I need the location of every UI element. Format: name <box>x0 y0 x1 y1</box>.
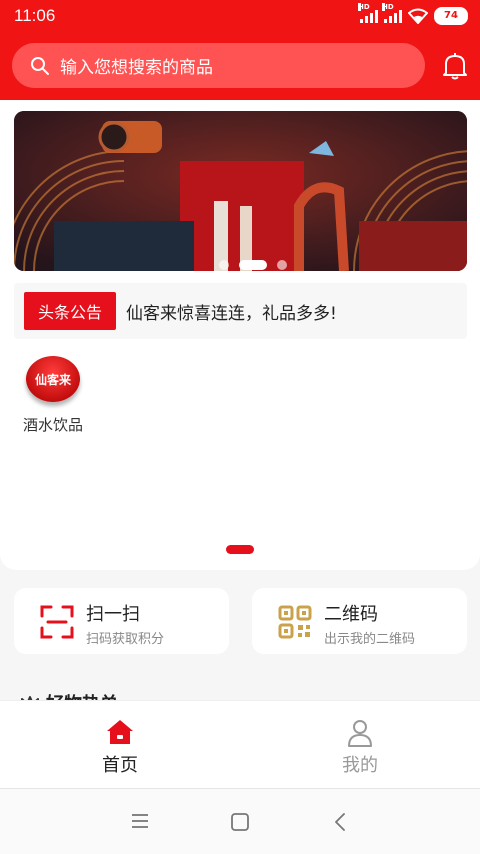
scan-subtitle: 扫码获取积分 <box>86 632 165 647</box>
qr-code-subtitle: 出示我的二维码 <box>324 632 416 647</box>
status-time: 11:06 <box>14 6 56 25</box>
announcement-tag: 头条公告 <box>24 292 117 330</box>
tab-mine[interactable]: 我的 <box>240 701 480 789</box>
user-icon <box>348 720 372 747</box>
header: 输入您想搜索的商品 <box>0 32 480 100</box>
qr-code-icon <box>278 605 312 639</box>
bottom-tab-bar: 首页 我的 <box>0 700 480 789</box>
back-icon[interactable] <box>334 813 346 831</box>
signal-icon: HD <box>358 3 378 23</box>
scan-card[interactable]: 扫一扫 扫码获取积分 <box>14 588 229 654</box>
banner-dot-active[interactable] <box>239 260 267 270</box>
category-logo: 仙客来 <box>26 356 80 402</box>
battery-icon: 74 <box>434 7 468 25</box>
bell-icon[interactable] <box>442 52 468 80</box>
banner-pagination <box>219 260 287 270</box>
wifi-icon <box>408 8 428 24</box>
announcement-bar[interactable]: 头条公告 仙客来惊喜连连，礼品多多! <box>14 283 467 339</box>
banner-dot[interactable] <box>219 260 229 270</box>
banner-dot[interactable] <box>277 260 287 270</box>
home-content: 头条公告 仙客来惊喜连连，礼品多多! 仙客来 酒水饮品 <box>0 100 480 570</box>
announcement-message: 仙客来惊喜连连，礼品多多! <box>126 303 337 324</box>
category-item[interactable]: 仙客来 酒水饮品 <box>18 356 88 435</box>
status-bar: 11:06 HD HD 74 <box>0 0 480 32</box>
signal-icon: HD <box>382 3 402 23</box>
search-bar[interactable]: 输入您想搜索的商品 <box>12 43 425 88</box>
qr-code-title: 二维码 <box>324 604 378 625</box>
banner-image <box>14 111 467 271</box>
menu-icon[interactable] <box>131 814 149 828</box>
promo-banner[interactable] <box>14 111 467 271</box>
scan-icon <box>40 605 74 639</box>
home-square-icon[interactable] <box>231 813 249 831</box>
system-nav-bar <box>0 788 480 854</box>
scan-title: 扫一扫 <box>86 604 140 625</box>
status-icons: HD HD 74 <box>358 3 468 25</box>
tab-home[interactable]: 首页 <box>0 701 240 789</box>
tab-home-label: 首页 <box>102 755 138 776</box>
qr-code-card[interactable]: 二维码 出示我的二维码 <box>252 588 467 654</box>
search-placeholder: 输入您想搜索的商品 <box>60 58 213 78</box>
category-pager <box>226 545 254 554</box>
home-icon <box>107 720 133 744</box>
tab-mine-label: 我的 <box>342 755 378 776</box>
category-label: 酒水饮品 <box>22 416 83 434</box>
search-icon <box>31 56 49 75</box>
